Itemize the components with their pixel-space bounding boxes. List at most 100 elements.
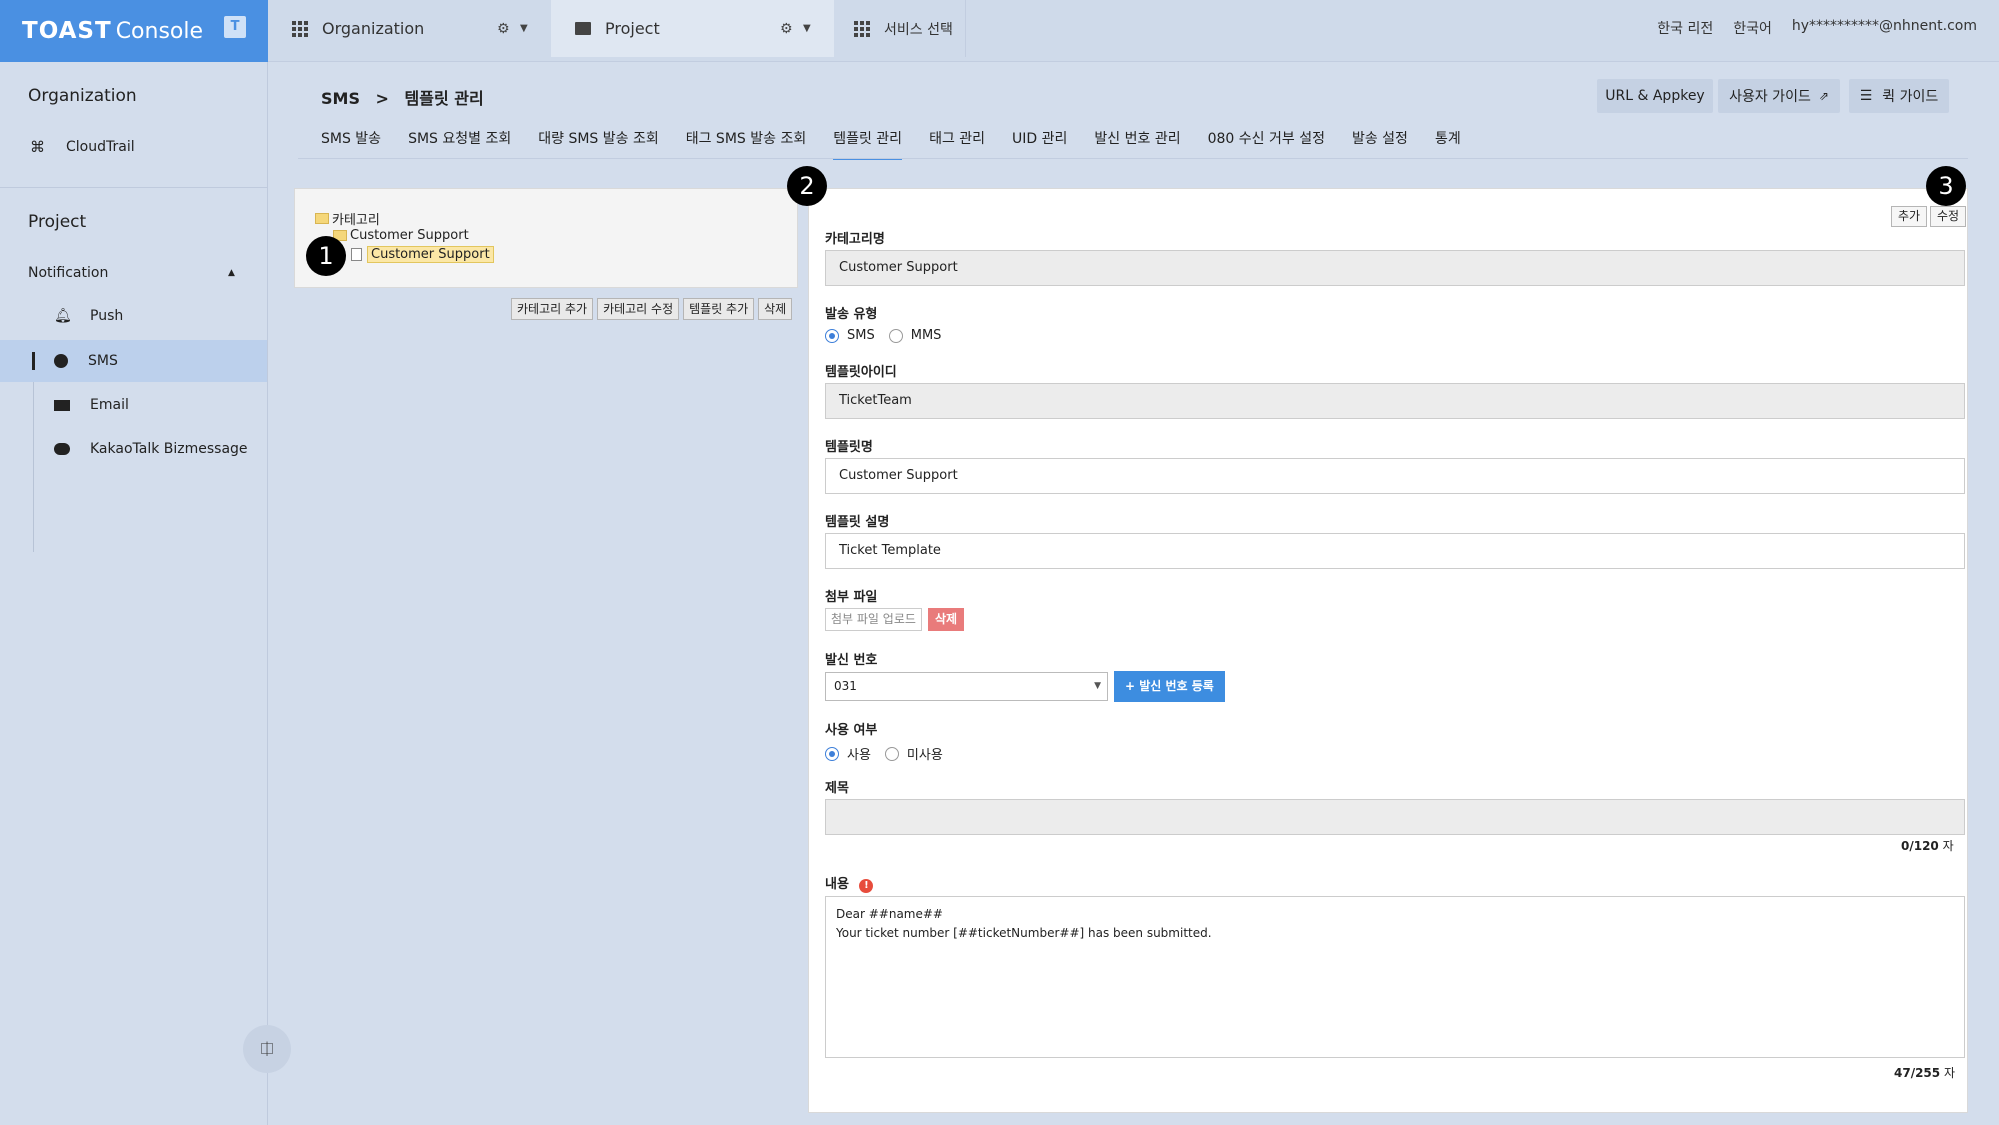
sidebar: Organization ⌘ CloudTrail Project Notifi… (0, 62, 268, 1125)
breadcrumb-root[interactable]: SMS (321, 89, 360, 108)
sidebar-item-sms[interactable]: SMS (0, 340, 267, 382)
send-type-mms-radio[interactable] (888, 328, 903, 343)
tab-sms-send[interactable]: SMS 발송 (321, 128, 381, 160)
gear-icon[interactable]: ⚙ (780, 21, 793, 37)
gear-icon[interactable]: ⚙ (497, 21, 510, 37)
quick-guide-button[interactable]: ☰ 퀵 가이드 (1849, 79, 1949, 113)
sender-number-select[interactable]: 031 ▼ (825, 672, 1108, 701)
attachment-upload-button[interactable]: 첨부 파일 업로드 (825, 608, 922, 631)
register-sender-number-button[interactable]: + 발신 번호 등록 (1114, 671, 1225, 702)
radio-label: 미사용 (906, 748, 943, 763)
tab-bulk-sms-query[interactable]: 대량 SMS 발송 조회 (538, 128, 658, 160)
user-guide-button[interactable]: 사용자 가이드 ⇗ (1718, 79, 1840, 113)
tab-080-reject-settings[interactable]: 080 수신 거부 설정 (1208, 128, 1325, 160)
sender-number-label: 발신 번호 (825, 653, 878, 668)
template-desc-label: 템플릿 설명 (825, 515, 890, 530)
apps-grid-icon (854, 20, 870, 37)
tab-tag-sms-query[interactable]: 태그 SMS 발송 조회 (686, 128, 806, 160)
radio-label: SMS (847, 328, 875, 343)
user-guide-label: 사용자 가이드 (1729, 89, 1811, 105)
quick-guide-label: 퀵 가이드 (1882, 89, 1939, 105)
chat-bubble-icon (54, 443, 70, 455)
delete-button[interactable]: 삭제 (758, 298, 793, 320)
sidebar-divider (0, 187, 267, 188)
sidebar-item-push[interactable]: 🔔︎ Push (0, 295, 267, 337)
folder-icon (315, 213, 329, 224)
menu-icon: ☰ (1859, 88, 1873, 104)
tab-sender-number-management[interactable]: 발신 번호 관리 (1094, 128, 1180, 160)
send-type-label: 발송 유형 (825, 307, 878, 322)
sidebar-item-cloudtrail[interactable]: ⌘ CloudTrail (0, 126, 267, 168)
content-label: 내용 ! (825, 873, 874, 893)
sidebar-project-title: Project (28, 212, 87, 232)
sidebar-collapse-button[interactable]: ⎅ (243, 1025, 291, 1073)
category-name-label: 카테고리명 (825, 232, 885, 247)
external-link-icon: ⇗ (1818, 89, 1829, 103)
form-edit-button[interactable]: 수정 (1930, 206, 1967, 227)
template-name-field[interactable]: Customer Support (825, 458, 1965, 494)
breadcrumb: SMS > 템플릿 관리 (321, 85, 494, 109)
title-label: 제목 (825, 781, 849, 796)
user-account[interactable]: hy**********@nhnent.com (1792, 18, 1977, 38)
tab-underline (298, 158, 1968, 159)
send-type-sms-radio[interactable] (825, 328, 839, 343)
tab-sms-request-query[interactable]: SMS 요청별 조회 (408, 128, 511, 160)
form-add-button[interactable]: 추가 (1891, 206, 1928, 227)
title-count-value: 0/120 (1901, 839, 1939, 853)
service-selector[interactable]: 서비스 선택 (834, 0, 966, 57)
region-selector[interactable]: 한국 리전 (1657, 18, 1713, 38)
url-appkey-button[interactable]: URL & Appkey (1597, 79, 1713, 113)
use-yes-radio[interactable] (825, 746, 839, 761)
sidebar-item-label: Push (90, 308, 124, 324)
tab-statistics[interactable]: 통계 (1435, 128, 1461, 160)
tab-tag-management[interactable]: 태그 관리 (929, 128, 985, 160)
tree-category-node[interactable]: Customer Support (333, 228, 469, 243)
sender-number-value: 031 (834, 679, 857, 693)
cloudtrail-icon: ⌘ (30, 138, 45, 156)
document-icon (351, 248, 362, 261)
content-textarea[interactable]: Dear ##name## Your ticket number [##tick… (825, 896, 1965, 1058)
breadcrumb-separator: > (375, 89, 389, 108)
chevron-down-icon[interactable]: ▼ (520, 23, 528, 34)
callout-marker-1: 1 (306, 236, 346, 276)
sidebar-item-label: CloudTrail (66, 139, 135, 155)
edit-category-button[interactable]: 카테고리 수정 (597, 298, 680, 320)
callout-marker-2: 2 (787, 166, 827, 206)
template-form-panel: 추가 수정 카테고리명 Customer Support 발송 유형 SMS M… (808, 188, 1968, 1113)
console-logo[interactable]: TOAST Console T (0, 0, 268, 62)
language-selector[interactable]: 한국어 (1733, 18, 1772, 38)
tab-uid-management[interactable]: UID 관리 (1012, 128, 1067, 160)
template-desc-field[interactable]: Ticket Template (825, 533, 1965, 569)
add-template-button[interactable]: 템플릿 추가 (683, 298, 755, 320)
tree-template-node[interactable]: Customer Support (351, 246, 494, 263)
use-no-radio[interactable] (884, 746, 899, 761)
organization-selector[interactable]: Organization ⚙ ▼ (268, 0, 551, 57)
tree-node-label: Customer Support (367, 246, 494, 263)
brand-name: TOAST (22, 18, 112, 44)
tab-template-management[interactable]: 템플릿 관리 (833, 128, 903, 160)
chevron-up-icon[interactable]: ▲ (228, 268, 235, 278)
sidebar-item-kakaotalk[interactable]: KakaoTalk Bizmessage (0, 428, 267, 470)
sms-bubble-icon (54, 354, 68, 368)
chevron-down-icon: ▼ (1094, 681, 1101, 691)
project-selector[interactable]: Project ⚙ ▼ (551, 0, 834, 57)
category-name-field: Customer Support (825, 250, 1965, 286)
radio-label: 사용 (847, 748, 871, 763)
title-char-counter: 0/120 자 (1901, 837, 1954, 854)
sidebar-group-label: Notification (28, 265, 109, 281)
organization-label: Organization (322, 19, 425, 38)
toast-mini-icon[interactable]: T (224, 16, 246, 38)
tree-root-node[interactable]: 카테고리 (315, 209, 380, 228)
folder-icon (575, 22, 591, 35)
title-field[interactable] (825, 799, 1965, 835)
sidebar-item-email[interactable]: Email (0, 384, 267, 426)
chevron-down-icon[interactable]: ▼ (803, 23, 811, 34)
attachment-delete-button[interactable]: 삭제 (928, 608, 965, 631)
template-id-field: TicketTeam (825, 383, 1965, 419)
tab-send-settings[interactable]: 발송 설정 (1352, 128, 1408, 160)
building-icon (292, 20, 308, 37)
add-category-button[interactable]: 카테고리 추가 (511, 298, 594, 320)
attachment-label: 첨부 파일 (825, 590, 878, 605)
sidebar-group-notification[interactable]: Notification ▲ (0, 252, 267, 294)
collapse-icon: ⎅ (260, 1039, 274, 1058)
